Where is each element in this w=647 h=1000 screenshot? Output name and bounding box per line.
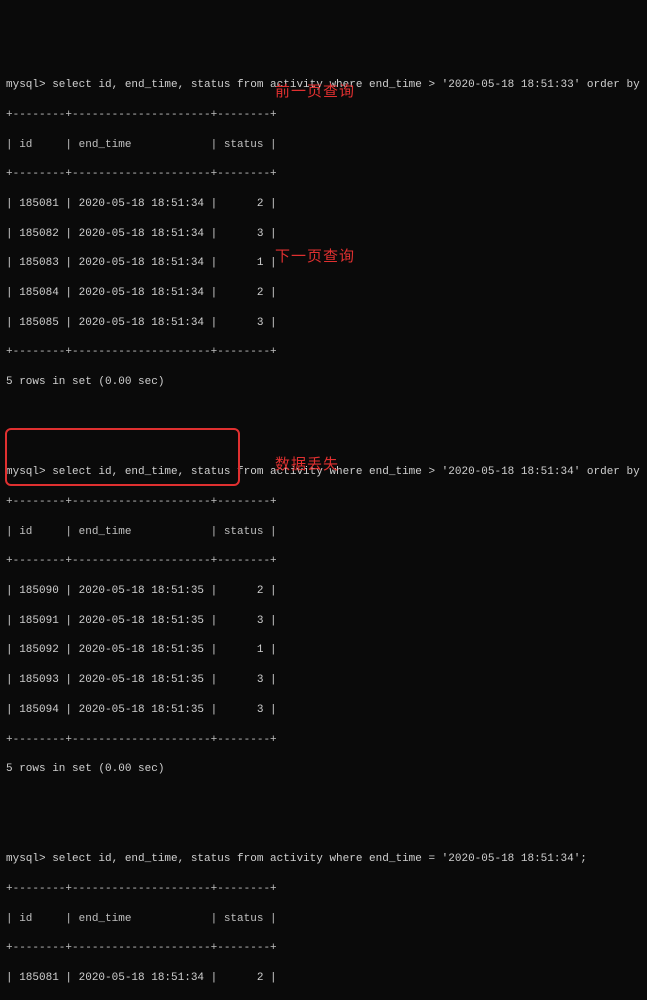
table-row: | 185091 | 2020-05-18 18:51:35 | 3 |: [6, 614, 641, 629]
blank-line: [6, 407, 641, 421]
table-row: | 185092 | 2020-05-18 18:51:35 | 1 |: [6, 643, 641, 658]
table-border: +--------+---------------------+--------…: [6, 882, 641, 897]
table-border: +--------+---------------------+--------…: [6, 108, 641, 123]
table-header: | id | end_time | status |: [6, 138, 641, 153]
table-border: +--------+---------------------+--------…: [6, 733, 641, 748]
table-border: +--------+---------------------+--------…: [6, 941, 641, 956]
annotation-prev-page: 前一页查询: [275, 82, 355, 102]
annotation-next-page: 下一页查询: [275, 247, 355, 267]
table-border: +--------+---------------------+--------…: [6, 167, 641, 182]
table-border: +--------+---------------------+--------…: [6, 345, 641, 360]
table-row: | 185085 | 2020-05-18 18:51:34 | 3 |: [6, 316, 641, 331]
sql-prompt: mysql> select id, end_time, status from …: [6, 852, 641, 867]
table-row: | 185094 | 2020-05-18 18:51:35 | 3 |: [6, 703, 641, 718]
table-row: | 185084 | 2020-05-18 18:51:34 | 2 |: [6, 286, 641, 301]
annotation-data-lost: 数据丢失: [275, 455, 339, 475]
table-header: | id | end_time | status |: [6, 912, 641, 927]
result-summary: 5 rows in set (0.00 sec): [6, 375, 641, 390]
table-row: | 185090 | 2020-05-18 18:51:35 | 2 |: [6, 584, 641, 599]
blank-line: [6, 794, 641, 808]
table-row: | 185081 | 2020-05-18 18:51:34 | 2 |: [6, 197, 641, 212]
table-border: +--------+---------------------+--------…: [6, 554, 641, 569]
table-border: +--------+---------------------+--------…: [6, 495, 641, 510]
result-summary: 5 rows in set (0.00 sec): [6, 762, 641, 777]
table-row: | 185082 | 2020-05-18 18:51:34 | 3 |: [6, 227, 641, 242]
table-header: | id | end_time | status |: [6, 525, 641, 540]
table-row: | 185081 | 2020-05-18 18:51:34 | 2 |: [6, 971, 641, 986]
table-row: | 185093 | 2020-05-18 18:51:35 | 3 |: [6, 673, 641, 688]
